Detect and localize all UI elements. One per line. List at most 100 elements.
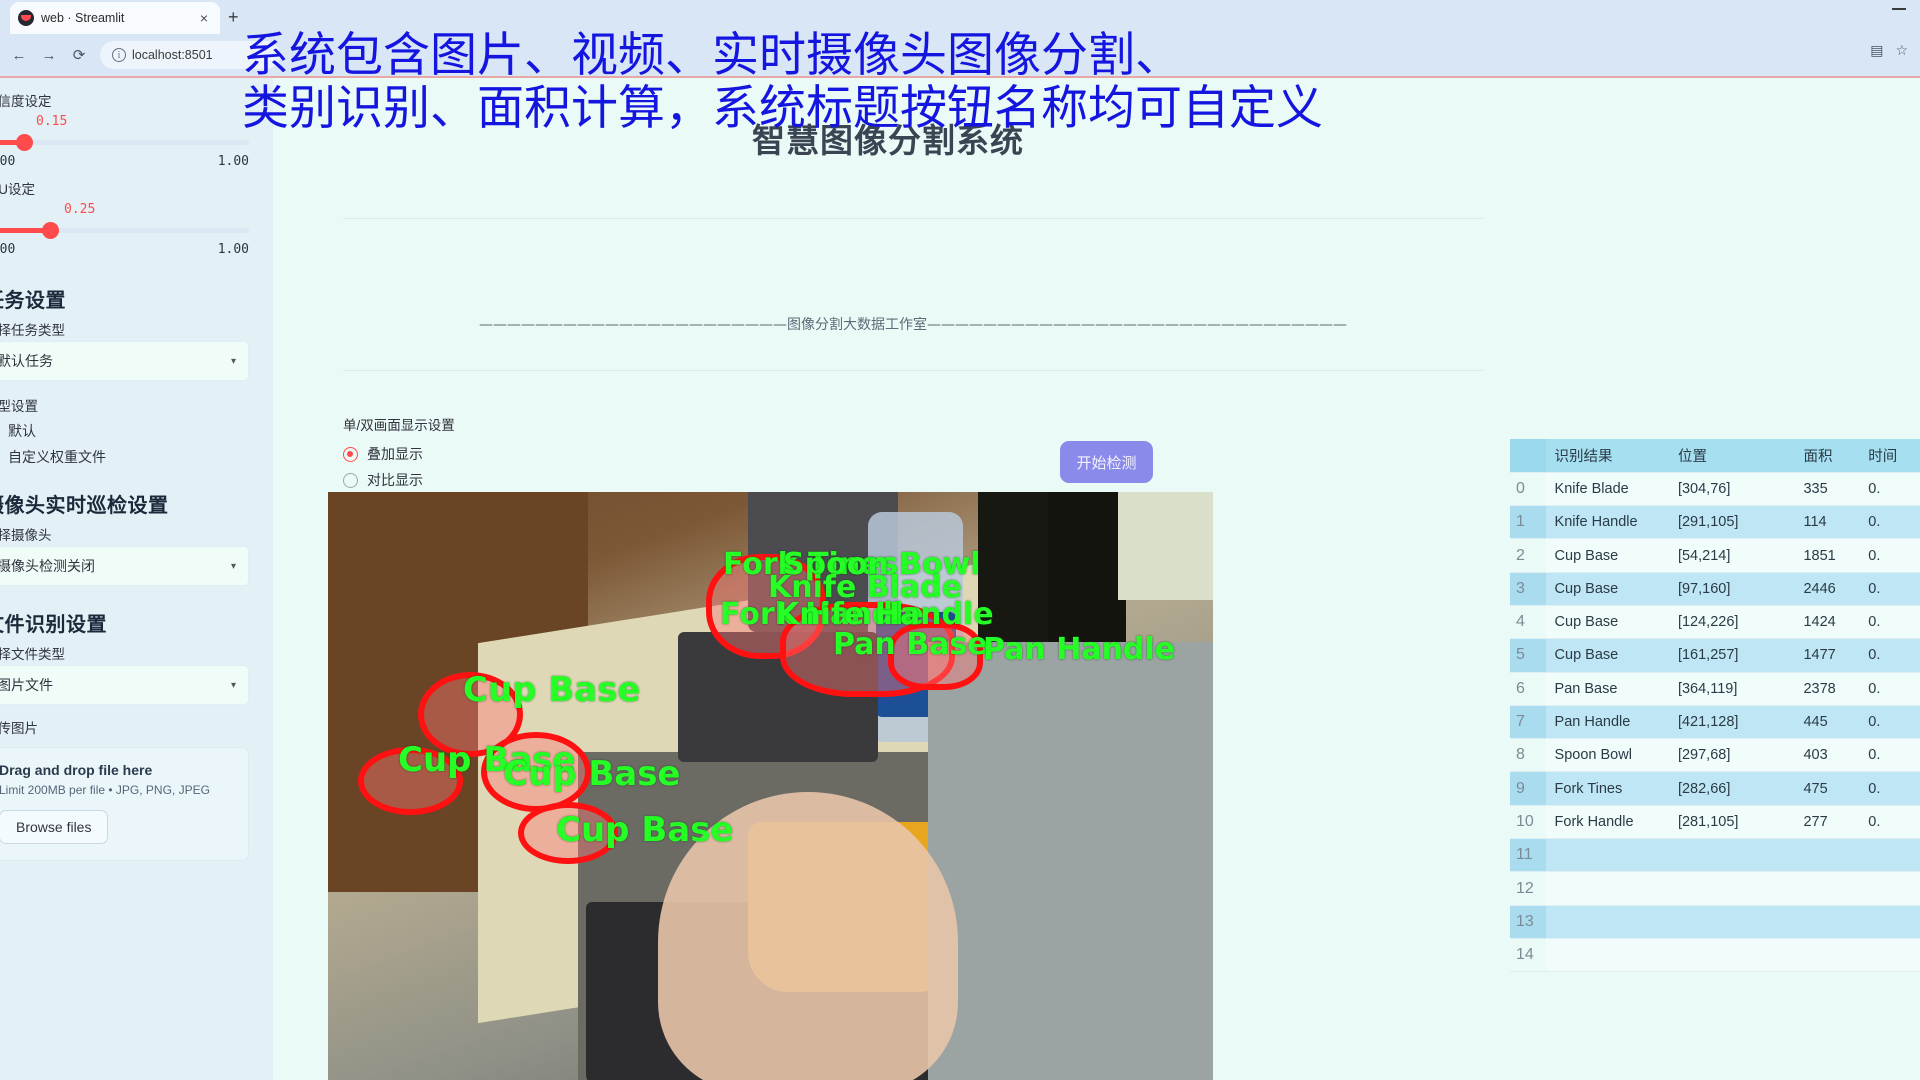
minimize-icon[interactable] [1892, 8, 1906, 10]
cell-area: 1424 [1794, 605, 1860, 640]
iou-max: 1.00 [217, 242, 249, 257]
cell-area: 475 [1794, 771, 1860, 806]
table-row[interactable]: 5 Cup Base [161,257] 1477 0. [1510, 638, 1920, 673]
cell-idx: 1 [1510, 505, 1546, 540]
start-detection-button[interactable]: 开始检测 [1060, 441, 1153, 483]
table-row[interactable]: 9 Fork Tines [282,66] 475 0. [1510, 771, 1920, 806]
iou-min: 0.00 [0, 242, 16, 257]
cell-idx: 9 [1510, 771, 1546, 806]
browse-files-button[interactable]: Browse files [0, 810, 109, 844]
table-row[interactable]: 6 Pan Base [364,119] 2378 0. [1510, 672, 1920, 706]
camera-select-label: 选择摄像头 [0, 528, 52, 543]
camera-select[interactable]: 摄像头检测关闭 ▾ [0, 546, 249, 586]
iou-thumb[interactable] [42, 222, 60, 239]
cell-area: 2446 [1794, 572, 1860, 606]
iou-slider-label: IOU设定 [0, 182, 36, 197]
table-row[interactable]: 10 Fork Handle [281,105] 277 0. [1510, 805, 1920, 840]
address-bar[interactable]: i localhost:8501 [100, 41, 280, 69]
cell-pos: [297,68] [1668, 738, 1795, 773]
confidence-thumb[interactable] [15, 134, 33, 151]
radio-overlay-icon[interactable] [343, 446, 358, 462]
cell-result: Cup Base [1545, 638, 1669, 673]
file-uploader-dropzone[interactable]: Drag and drop file here Limit 200MB per … [0, 747, 249, 861]
table-row[interactable]: 7 Pan Handle [421,128] 445 0. [1510, 705, 1920, 740]
browser-tab[interactable]: web · Streamlit × [10, 2, 220, 34]
cell-result [1545, 871, 1669, 906]
cell-result: Pan Handle [1545, 705, 1669, 740]
upload-image-label: 上传图片 [0, 721, 38, 736]
cell-time [1859, 938, 1920, 973]
th-index[interactable] [1510, 439, 1546, 473]
cell-time: 0. [1859, 505, 1920, 540]
table-row[interactable]: 4 Cup Base [124,226] 1424 0. [1510, 605, 1920, 640]
cell-pos: [281,105] [1668, 805, 1795, 840]
table-row[interactable]: 11 [1510, 838, 1920, 873]
chevron-down-icon[interactable]: ▾ [231, 680, 236, 691]
cell-area: 114 [1794, 505, 1860, 540]
confidence-range: 0.00 1.00 [0, 154, 249, 169]
streamlit-app: 置信度设定 0.15 0.00 1.00 IOU设定 0.25 0.00 1.0… [0, 76, 1920, 1080]
table-row[interactable]: 14 [1510, 938, 1920, 973]
camera-select-value: 摄像头检测关闭 [0, 558, 95, 574]
cell-result: Cup Base [1545, 538, 1669, 573]
cell-result: Pan Base [1545, 672, 1669, 706]
cell-time: 0. [1859, 805, 1920, 840]
cell-pos: [304,76] [1668, 472, 1795, 507]
table-row[interactable]: 12 [1510, 871, 1920, 906]
sidebar: 置信度设定 0.15 0.00 1.00 IOU设定 0.25 0.00 1.0… [0, 78, 273, 1080]
iou-range: 0.00 1.00 [0, 242, 249, 257]
cell-result: Spoon Bowl [1545, 738, 1669, 773]
seg-label-pan-base: Pan Base [833, 627, 988, 662]
display-mode-radio-group[interactable]: 叠加显示 对比显示 [343, 438, 423, 496]
cell-result [1545, 838, 1669, 873]
display-option-overlay-label: 叠加显示 [367, 446, 423, 462]
site-info-icon[interactable]: i [112, 48, 126, 62]
table-row[interactable]: 0 Knife Blade [304,76] 335 0. [1510, 472, 1920, 507]
cell-area: 403 [1794, 738, 1860, 773]
table-row[interactable]: 2 Cup Base [54,214] 1851 0. [1510, 538, 1920, 573]
th-area[interactable]: 面积 [1794, 439, 1860, 473]
chevron-down-icon[interactable]: ▾ [231, 356, 236, 367]
browser-chrome: web · Streamlit × + ← → ⟳ i localhost:85… [0, 0, 1920, 76]
results-table[interactable]: 识别结果 位置 面积 时间 0 Knife Blade [304,76] 335 0. 1… [1510, 439, 1920, 973]
table-row[interactable]: 3 Cup Base [97,160] 2446 0. [1510, 572, 1920, 606]
table-row[interactable]: 8 Spoon Bowl [297,68] 403 0. [1510, 738, 1920, 773]
cell-time [1859, 905, 1920, 939]
bookmark-star-icon[interactable]: ☆ [1895, 42, 1908, 59]
file-type-select[interactable]: 图片文件 ▾ [0, 665, 249, 705]
new-tab-icon[interactable]: + [228, 6, 239, 28]
back-icon[interactable]: ← [4, 40, 34, 70]
model-option-custom[interactable]: 自定义权重文件 [0, 447, 249, 467]
cell-time: 0. [1859, 472, 1920, 507]
cell-idx: 8 [1510, 738, 1546, 773]
table-row[interactable]: 1 Knife Handle [291,105] 114 0. [1510, 505, 1920, 540]
table-row[interactable]: 13 [1510, 905, 1920, 939]
display-option-compare[interactable]: 对比显示 [343, 470, 423, 490]
extensions-icon[interactable]: ▤ [1870, 42, 1883, 59]
confidence-track[interactable] [0, 140, 249, 145]
iou-slider[interactable]: 0.25 0.00 1.00 [0, 200, 249, 262]
confidence-min: 0.00 [0, 154, 16, 169]
segmentation-result-image[interactable]: Fork Tines Spoon Bowl Knife Blade Fork H… [328, 492, 1213, 1080]
task-type-select[interactable]: 默认任务 ▾ [0, 341, 249, 381]
url-text: localhost:8501 [132, 48, 213, 62]
th-result[interactable]: 识别结果 [1545, 439, 1669, 473]
reload-icon[interactable]: ⟳ [64, 40, 94, 70]
cell-result: Cup Base [1545, 605, 1669, 640]
chevron-down-icon[interactable]: ▾ [231, 561, 236, 572]
radio-compare-icon[interactable] [343, 472, 358, 488]
close-icon[interactable]: × [196, 10, 212, 26]
th-time[interactable]: 时间 [1859, 439, 1920, 473]
model-option-default[interactable]: 默认 [0, 421, 249, 441]
task-settings-heading: 任务设置 [0, 290, 66, 312]
cell-result: Knife Handle [1545, 505, 1669, 540]
cell-time: 0. [1859, 538, 1920, 573]
cell-pos: [161,257] [1668, 638, 1795, 673]
display-option-compare-label: 对比显示 [367, 472, 423, 488]
cell-area [1794, 905, 1860, 939]
cell-result: Cup Base [1545, 572, 1669, 606]
display-option-overlay[interactable]: 叠加显示 [343, 444, 423, 464]
forward-icon[interactable]: → [34, 40, 64, 70]
th-position[interactable]: 位置 [1668, 439, 1795, 473]
confidence-slider[interactable]: 0.15 0.00 1.00 [0, 112, 249, 174]
